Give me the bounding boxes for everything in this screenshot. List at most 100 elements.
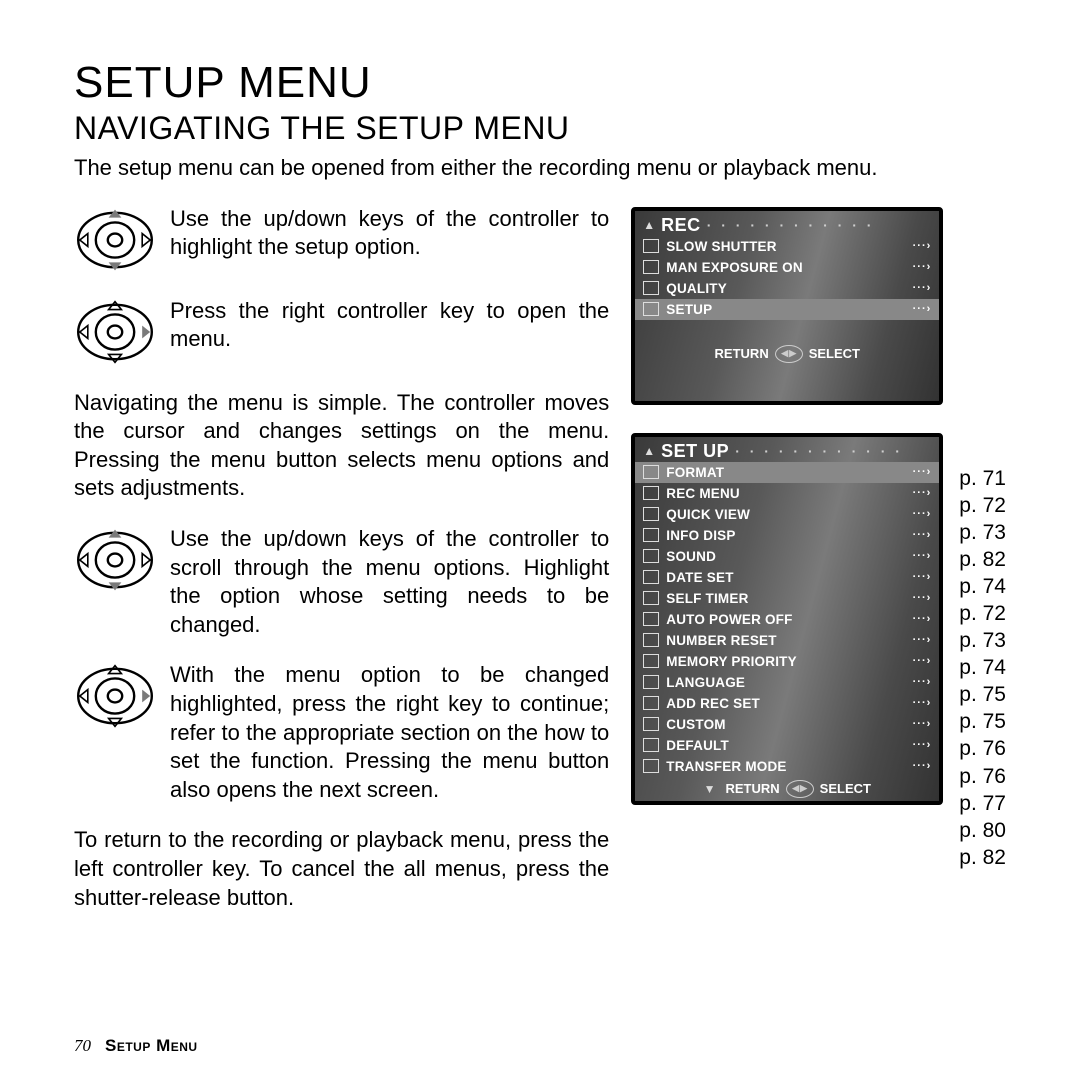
setup-menu-header: SET UP	[661, 441, 729, 462]
select-label: SELECT	[809, 346, 860, 361]
menu-item[interactable]: SETUP···›	[635, 299, 939, 320]
submenu-arrow-icon: ···›	[913, 655, 932, 667]
menu-item-icon	[643, 486, 659, 500]
submenu-arrow-icon: ···›	[913, 240, 932, 252]
submenu-arrow-icon: ···›	[913, 739, 932, 751]
menu-item[interactable]: QUICK VIEW···›	[635, 504, 939, 525]
menu-item[interactable]: SELF TIMER···›	[635, 588, 939, 609]
menu-item-label: SELF TIMER	[666, 591, 905, 606]
menu-item[interactable]: DEFAULT ···›	[635, 735, 939, 756]
menu-item[interactable]: SLOW SHUTTER ···›	[635, 236, 939, 257]
page-ref: p. 71	[959, 465, 1006, 492]
menu-item-label: SLOW SHUTTER	[666, 239, 905, 254]
menu-item[interactable]: MEMORY PRIORITY···›	[635, 651, 939, 672]
page-ref: p. 77	[959, 790, 1006, 817]
page-ref: p. 72	[959, 492, 1006, 519]
menu-item-label: QUICK VIEW	[666, 507, 905, 522]
menu-item-icon	[643, 633, 659, 647]
menu-item-icon	[643, 281, 659, 295]
submenu-arrow-icon: ···›	[913, 261, 932, 273]
menu-item-label: REC MENU	[666, 486, 905, 501]
page-ref: p. 75	[959, 681, 1006, 708]
page-ref: p. 82	[959, 546, 1006, 573]
menu-item-label: DATE SET	[666, 570, 905, 585]
page-ref: p. 80	[959, 817, 1006, 844]
menu-item[interactable]: LANGUAGE···›	[635, 672, 939, 693]
menu-item-label: TRANSFER MODE	[666, 759, 905, 774]
menu-item-icon	[643, 239, 659, 253]
step4-text: Use the up/down keys of the controller t…	[170, 525, 609, 639]
menu-item-icon	[643, 528, 659, 542]
page-ref: p. 75	[959, 708, 1006, 735]
nav-ellipse-icon: ◀▶	[786, 780, 814, 798]
menu-item-icon	[643, 759, 659, 773]
menu-item[interactable]: AUTO POWER OFF ···›	[635, 609, 939, 630]
menu-item-label: NUMBER RESET	[666, 633, 905, 648]
menu-item[interactable]: FORMAT···›	[635, 462, 939, 483]
submenu-arrow-icon: ···›	[913, 466, 932, 478]
menu-item-icon	[643, 549, 659, 563]
menu-item-icon	[643, 612, 659, 626]
menu-item-label: DEFAULT	[666, 738, 905, 753]
setup-menu-screen: ▲ SET UP · · · · · · · · · · · · FORMAT·…	[631, 433, 943, 805]
submenu-arrow-icon: ···›	[913, 613, 932, 625]
menu-item-label: CUSTOM	[666, 717, 905, 732]
menu-item-icon	[643, 717, 659, 731]
step1-text: Use the up/down keys of the controller t…	[170, 205, 609, 275]
step2-text: Press the right controller key to open t…	[170, 297, 609, 367]
submenu-arrow-icon: ···›	[913, 571, 932, 583]
select-label: SELECT	[820, 781, 871, 796]
rec-menu-screen: ▲ REC · · · · · · · · · · · · SLOW SHUTT…	[631, 207, 943, 405]
page-ref: p. 76	[959, 735, 1006, 762]
page-ref: p. 74	[959, 654, 1006, 681]
menu-item[interactable]: CUSTOM···›	[635, 714, 939, 735]
menu-item[interactable]: TRANSFER MODE ···›	[635, 756, 939, 777]
page-number: 70	[74, 1036, 91, 1056]
submenu-arrow-icon: ···›	[913, 634, 932, 646]
menu-item-label: INFO DISP	[666, 528, 905, 543]
menu-item[interactable]: MAN EXPOSURE ON ···›	[635, 257, 939, 278]
submenu-arrow-icon: ···›	[913, 676, 932, 688]
controller-right-icon	[74, 661, 156, 731]
menu-item-icon	[643, 302, 659, 316]
menu-item-label: MAN EXPOSURE ON	[666, 260, 905, 275]
header-dots: · · · · · · · · · · · ·	[735, 443, 931, 459]
menu-item-label: AUTO POWER OFF	[666, 612, 905, 627]
menu-item-icon	[643, 260, 659, 274]
menu-item[interactable]: NUMBER RESET ···›	[635, 630, 939, 651]
controller-right-icon	[74, 297, 156, 367]
menu-item-icon	[643, 465, 659, 479]
menu-item-icon	[643, 570, 659, 584]
menu-item[interactable]: REC MENU ···›	[635, 483, 939, 504]
menu-item-label: ADD REC SET	[666, 696, 905, 711]
submenu-arrow-icon: ···›	[913, 760, 932, 772]
submenu-arrow-icon: ···›	[913, 529, 932, 541]
chevron-up-icon: ▲	[643, 444, 655, 458]
step6-text: To return to the recording or playback m…	[74, 826, 609, 912]
menu-item[interactable]: QUALITY···›	[635, 278, 939, 299]
menu-item-label: SOUND	[666, 549, 905, 564]
page-ref: p. 72	[959, 600, 1006, 627]
menu-item[interactable]: DATE SET ···›	[635, 567, 939, 588]
menu-item[interactable]: SOUND···›	[635, 546, 939, 567]
page-subtitle: NAVIGATING THE SETUP MENU	[74, 110, 1006, 147]
return-label: RETURN	[715, 346, 769, 361]
controller-updown-icon	[74, 525, 156, 595]
footer-section: Setup Menu	[105, 1036, 198, 1056]
page-title: SETUP MENU	[74, 58, 1006, 108]
page-references: p. 71p. 72p. 73p. 82p. 74p. 72p. 73p. 74…	[959, 465, 1006, 871]
return-label: RETURN	[725, 781, 779, 796]
nav-ellipse-icon: ◀▶	[775, 345, 803, 363]
step5-text: With the menu option to be changed highl…	[170, 661, 609, 804]
menu-item-icon	[643, 738, 659, 752]
page-ref: p. 76	[959, 763, 1006, 790]
chevron-up-icon: ▲	[643, 218, 655, 232]
menu-item-icon	[643, 591, 659, 605]
menu-item-label: QUALITY	[666, 281, 905, 296]
submenu-arrow-icon: ···›	[913, 697, 932, 709]
menu-item[interactable]: ADD REC SET ···›	[635, 693, 939, 714]
submenu-arrow-icon: ···›	[913, 487, 932, 499]
controller-updown-icon	[74, 205, 156, 275]
menu-item[interactable]: INFO DISP ···›	[635, 525, 939, 546]
menu-item-icon	[643, 696, 659, 710]
